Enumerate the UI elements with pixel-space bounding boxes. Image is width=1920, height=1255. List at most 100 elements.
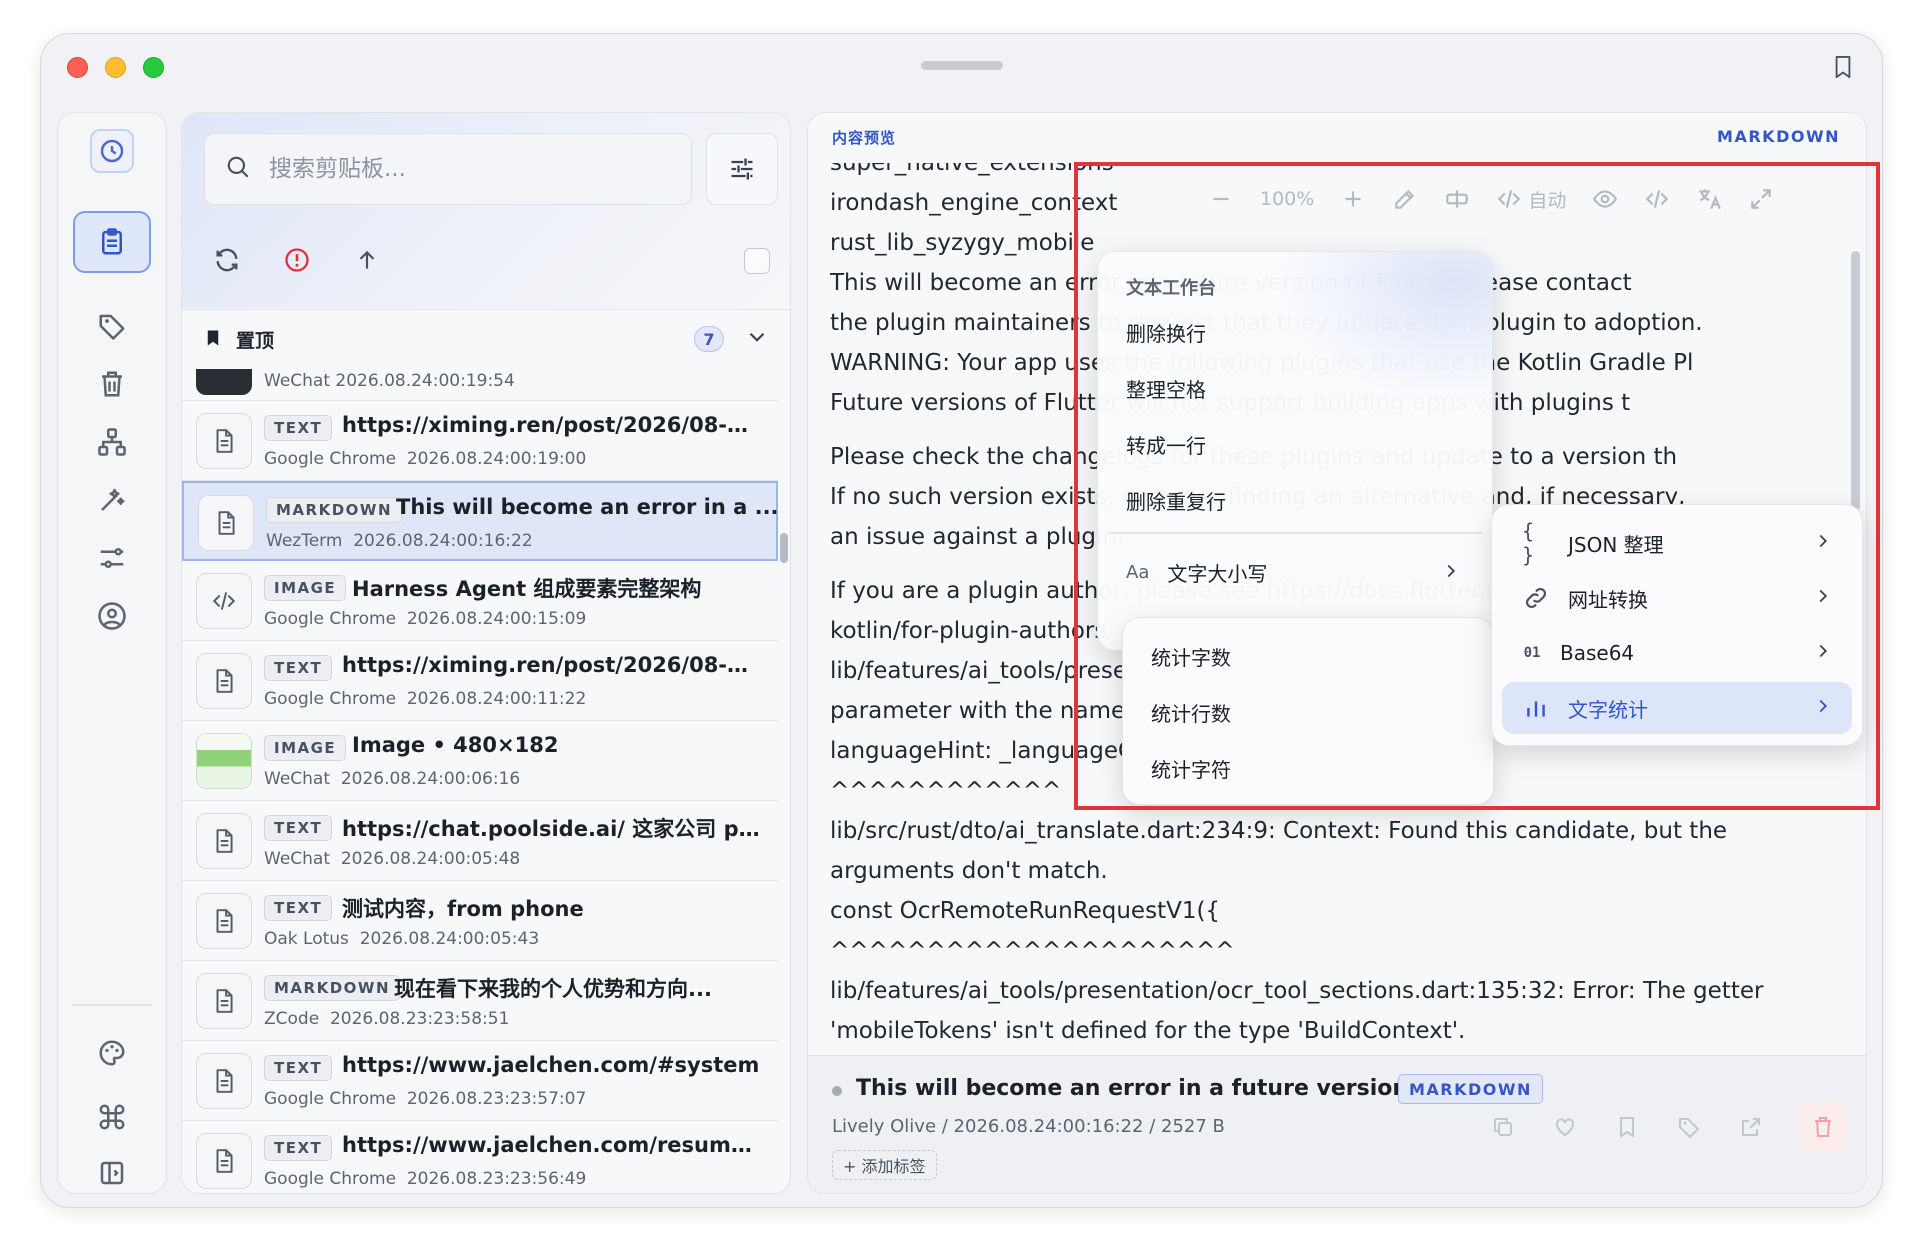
copy-icon[interactable] <box>1488 1112 1518 1142</box>
list-item[interactable]: IMAGE Image • 480×182 WeChat 2026.08.24:00… <box>182 721 778 801</box>
item-time: 2026.08.24:00:06:16 <box>340 769 521 789</box>
edit-icon[interactable] <box>1392 186 1418 212</box>
preview-line: 'mobileTokens' isn't defined for the typ… <box>830 1018 1466 1044</box>
command-icon[interactable] <box>92 1097 132 1137</box>
auto-code-toggle[interactable]: 自动 <box>1496 186 1566 213</box>
menu-item-count-words[interactable]: 统计字数 <box>1151 642 1231 671</box>
zoom-in-icon[interactable] <box>1340 186 1366 212</box>
list-item[interactable]: TEXT https://www.jaelchen.com/resume/... G… <box>182 1121 778 1193</box>
text-cursor-icon[interactable] <box>1444 186 1470 212</box>
panel-toggle-icon[interactable] <box>92 1153 132 1193</box>
refresh-icon[interactable] <box>212 245 242 275</box>
eye-icon[interactable] <box>1592 186 1618 212</box>
item-time: 2026.08.24:00:19:00 <box>406 449 587 469</box>
item-source: WezTerm <box>266 531 343 551</box>
open-external-icon[interactable] <box>1736 1112 1766 1142</box>
auto-label: 自动 <box>1528 189 1567 212</box>
item-meta: WeChat 2026.08.24:00:06:16 <box>264 769 520 789</box>
list-item[interactable]: TEXT https://www.jaelchen.com/#system Goog… <box>182 1041 778 1121</box>
account-icon[interactable] <box>92 596 132 636</box>
filter-button[interactable] <box>706 133 778 205</box>
list-scrollbar[interactable] <box>780 533 788 563</box>
menu-item-json-format[interactable]: { } JSON 整理 <box>1502 517 1852 569</box>
magic-wand-icon[interactable] <box>92 480 132 520</box>
title-bar <box>41 34 1882 110</box>
menu-item-base64[interactable]: 01 Base64 <box>1502 627 1852 679</box>
chevron-down-icon[interactable] <box>744 324 770 354</box>
menu-item-text-case[interactable]: Aa 文字大小写 <box>1126 558 1267 587</box>
zoom-out-icon[interactable] <box>1208 186 1234 212</box>
menu-item-count-chars[interactable]: 统计字符 <box>1151 754 1231 783</box>
bookmark-icon[interactable] <box>1832 54 1854 80</box>
document-icon <box>196 413 252 469</box>
list-item[interactable]: MARKDOWN This will become an error in a .… <box>182 481 779 561</box>
translate-icon[interactable] <box>1696 186 1722 212</box>
info-alert-icon[interactable] <box>282 245 312 275</box>
item-time: 2026.08.23:23:57:07 <box>406 1089 587 1109</box>
list-item[interactable]: MARKDOWN 现在看下来我的个人优势和方向... ZCode 2026.08.2… <box>182 961 778 1041</box>
select-all-checkbox[interactable] <box>744 248 770 274</box>
clipboard-items: WeChat 2026.08.24:00:19:54 TEXT https://x… <box>182 369 779 1193</box>
app-logo-icon[interactable] <box>90 129 134 173</box>
item-meta: Google Chrome 2026.08.24:00:11:22 <box>264 689 586 709</box>
window-drag-handle[interactable] <box>921 61 1003 70</box>
item-meta: ZCode 2026.08.23:23:58:51 <box>264 1009 509 1029</box>
item-time: 2026.08.23:23:58:51 <box>329 1009 510 1029</box>
item-title: This will become an error in a ... <box>396 495 779 519</box>
list-item[interactable]: TEXT 测试内容，from phone Oak Lotus 2026.08.24:… <box>182 881 778 961</box>
item-title: https://ximing.ren/post/2026/08-0... <box>342 413 762 437</box>
menu-item-text-stats[interactable]: 文字统计 <box>1502 682 1852 734</box>
pinned-section-header[interactable]: 置顶 7 <box>182 309 790 369</box>
search-area <box>182 113 790 308</box>
zoom-window-button[interactable] <box>143 57 164 78</box>
menu-item-url-convert[interactable]: 网址转换 <box>1502 572 1852 624</box>
detail-meta: Lively Olive / 2026.08.24:00:16:22 / 252… <box>832 1116 1225 1137</box>
sliders-icon[interactable] <box>92 538 132 578</box>
minimize-window-button[interactable] <box>105 57 126 78</box>
menu-separator <box>1108 532 1482 534</box>
item-time: 2026.08.24:00:05:43 <box>359 929 540 949</box>
tag-icon[interactable] <box>92 306 132 346</box>
palette-icon[interactable] <box>92 1033 132 1073</box>
text-workbench-menu: 文本工作台 删除换行 整理空格 转成一行 删除重复行 Aa 文字大小写 <box>1097 251 1493 651</box>
type-badge: TEXT <box>264 1135 333 1161</box>
tool-label: 网址转换 <box>1568 587 1648 612</box>
hierarchy-icon[interactable] <box>92 422 132 462</box>
item-source: ZCode <box>264 1009 320 1029</box>
menu-item-tidy-spaces[interactable]: 整理空格 <box>1126 374 1206 403</box>
item-title: Harness Agent 组成要素完整架构 <box>352 577 702 601</box>
search-input[interactable] <box>269 156 649 182</box>
detail-title: This will become an error in a future ve… <box>856 1076 1441 1101</box>
list-item[interactable]: TEXT https://ximing.ren/post/2026/08-0...… <box>182 401 778 481</box>
bookmark-action-icon[interactable] <box>1612 1112 1642 1142</box>
tool-label: JSON 整理 <box>1568 532 1664 557</box>
item-title: https://www.jaelchen.com/#system <box>342 1053 760 1077</box>
clipboard-icon[interactable] <box>73 211 151 273</box>
preview-line: ^^^^^^^^^^^^^^^^^^^^^ <box>830 938 1235 964</box>
add-tag-button[interactable]: + 添加标签 <box>832 1150 937 1180</box>
close-window-button[interactable] <box>67 57 88 78</box>
chevron-right-icon <box>1812 695 1834 722</box>
tag-action-icon[interactable] <box>1674 1112 1704 1142</box>
list-item[interactable]: IMAGE Harness Agent 组成要素完整架构 Google Chrome… <box>182 561 778 641</box>
expand-icon[interactable] <box>1748 186 1774 212</box>
menu-item-remove-newlines[interactable]: 删除换行 <box>1126 318 1206 347</box>
navigation-rail <box>57 112 167 1194</box>
search-box[interactable] <box>204 133 692 205</box>
preview-scrollbar[interactable] <box>1851 251 1860 511</box>
heart-icon[interactable] <box>1550 1112 1580 1142</box>
arrow-up-icon[interactable] <box>352 245 382 275</box>
item-meta: Google Chrome 2026.08.23:23:57:07 <box>264 1089 586 1109</box>
list-item[interactable]: WeChat 2026.08.24:00:19:54 <box>182 369 778 401</box>
source-code-icon[interactable] <box>1644 186 1670 212</box>
item-title: 现在看下来我的个人优势和方向... <box>394 977 712 1001</box>
code-icon <box>1498 190 1521 208</box>
trash-icon[interactable] <box>92 364 132 404</box>
menu-item-count-lines[interactable]: 统计行数 <box>1151 698 1231 727</box>
list-item[interactable]: TEXT https://chat.poolside.ai/ 这家公司 po...… <box>182 801 778 881</box>
menu-item-remove-duplicates[interactable]: 删除重复行 <box>1126 486 1226 515</box>
menu-item-single-line[interactable]: 转成一行 <box>1126 430 1206 459</box>
list-item[interactable]: TEXT https://ximing.ren/post/2026/08-15..… <box>182 641 778 721</box>
item-time: 2026.08.24:00:11:22 <box>406 689 587 709</box>
delete-icon[interactable] <box>1798 1102 1848 1152</box>
